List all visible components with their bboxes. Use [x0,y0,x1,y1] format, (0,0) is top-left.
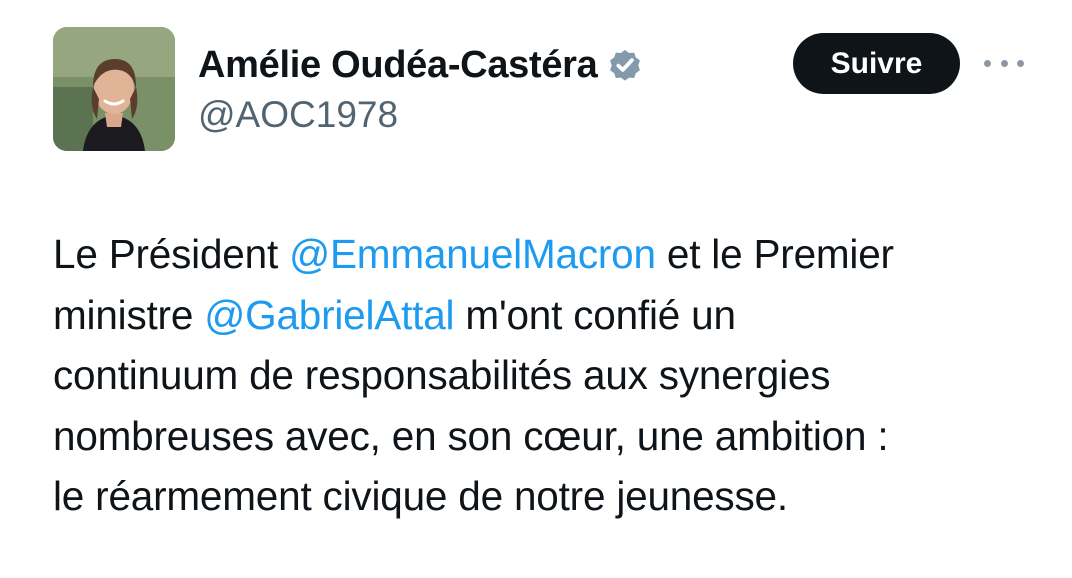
mention-link-gabrielattal[interactable]: @GabrielAttal [204,292,454,338]
tweet-line-4: nombreuses avec, en son cœur, une ambiti… [53,412,889,459]
follow-button[interactable]: Suivre [793,33,960,94]
tweet-line-5: le réarmement civique de notre jeunesse. [53,473,788,519]
author-name-row: Amélie Oudéa-Castéra [198,40,644,90]
more-dot [1000,59,1008,67]
tweet-line-2: ministre @GabrielAttal m'ont confié un [53,285,1053,346]
tweet-text-segment: Le Président [53,231,290,277]
tweet-line-1: Le Président @EmmanuelMacron et le Premi… [53,224,1053,285]
author-handle[interactable]: @AOC1978 [198,94,398,136]
more-dot [1017,59,1024,67]
tweet-text-segment: et le Premier [655,231,894,277]
more-horizontal-icon[interactable] [984,52,1024,74]
profile-photo-icon [53,27,175,151]
verified-badge-icon[interactable] [606,46,644,84]
tweet-text-segment: ministre [53,291,205,338]
more-dot [984,59,991,67]
mention-link-emmanuelmacron[interactable]: @EmmanuelMacron [289,231,656,277]
tweet-card: Amélie Oudéa-Castéra @AOC1978 Suivre Le … [0,0,1072,578]
avatar[interactable] [53,27,175,151]
author-display-name[interactable]: Amélie Oudéa-Castéra [198,44,598,87]
tweet-line-3: continuum de responsabilités aux synergi… [53,352,831,398]
tweet-text-segment: m'ont confié un [454,291,736,338]
tweet-text: Le Président @EmmanuelMacron et le Premi… [53,224,1053,527]
